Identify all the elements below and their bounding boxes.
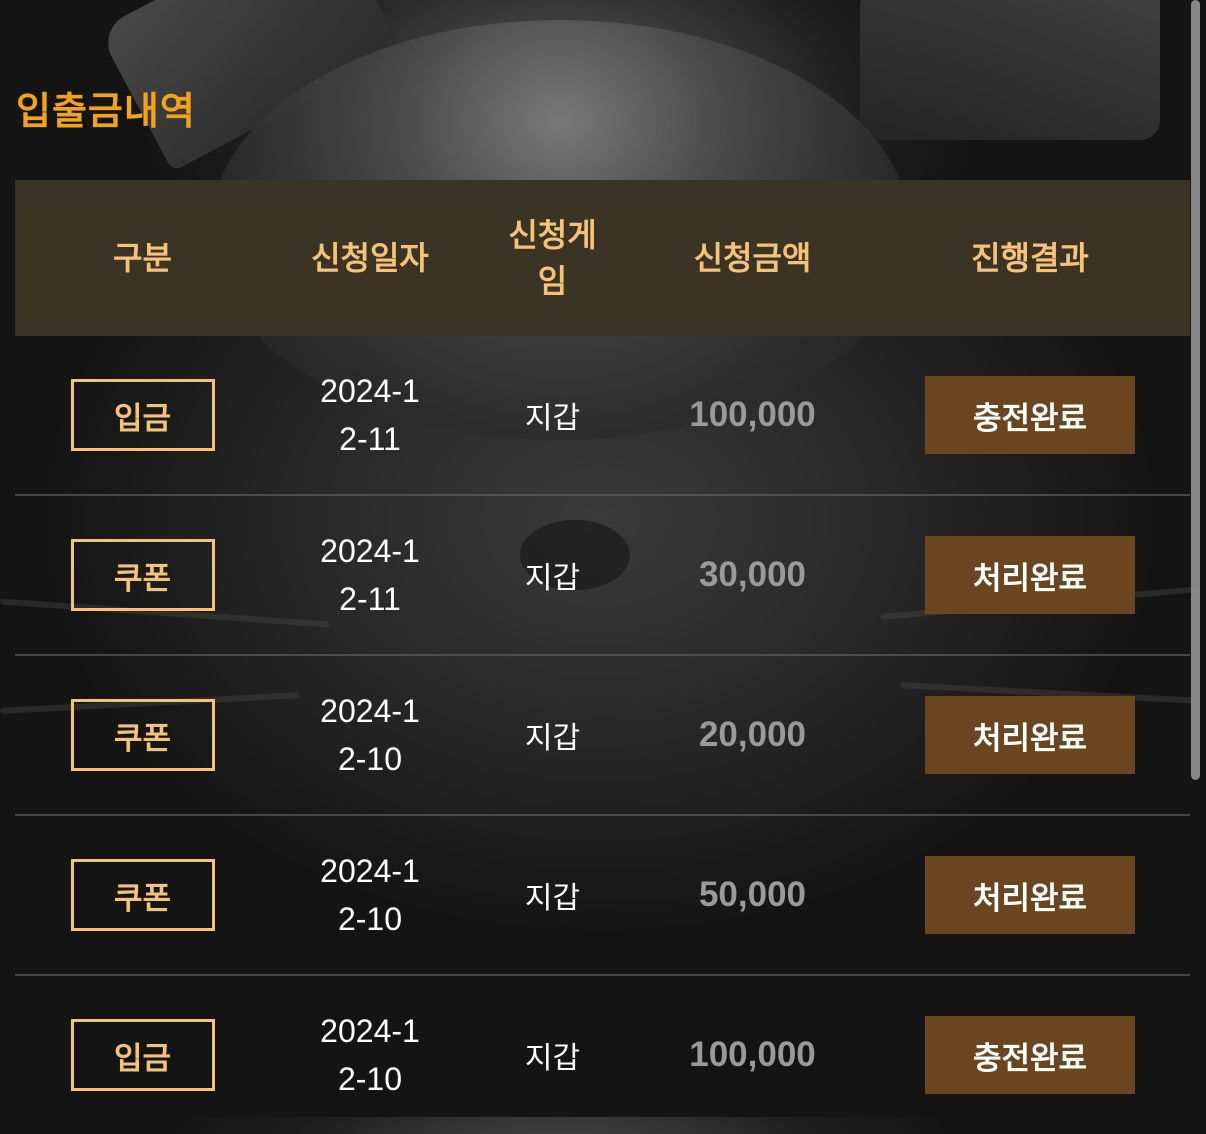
scrollbar[interactable] xyxy=(1191,0,1200,780)
request-game: 지갑 xyxy=(524,881,581,916)
request-game: 지갑 xyxy=(524,721,581,756)
background-decoration xyxy=(860,0,1160,140)
request-game: 지갑 xyxy=(524,401,581,436)
header-game: 신청게임 xyxy=(508,216,597,300)
status-badge: 충전완료 xyxy=(925,1016,1135,1094)
page-title: 입출금내역 xyxy=(16,89,196,133)
request-date: 2024-12-10 xyxy=(320,693,420,777)
request-date: 2024-12-10 xyxy=(320,1013,420,1097)
type-badge: 쿠폰 xyxy=(70,699,215,771)
table-row: 입금 2024-12-11 지갑 100,000 충전완료 xyxy=(15,336,1190,496)
status-badge: 처리완료 xyxy=(925,696,1135,774)
type-badge: 쿠폰 xyxy=(70,859,215,931)
header-status: 진행결과 xyxy=(971,239,1089,277)
request-date: 2024-12-11 xyxy=(320,373,420,457)
status-badge: 처리완료 xyxy=(925,856,1135,934)
request-date: 2024-12-11 xyxy=(320,533,420,617)
table-row: 쿠폰 2024-12-11 지갑 30,000 처리완료 xyxy=(15,496,1190,656)
request-amount: 50,000 xyxy=(698,875,807,914)
request-amount: 30,000 xyxy=(698,555,807,594)
table-header: 구분 신청일자 신청게임 신청금액 진행결과 xyxy=(15,180,1190,336)
table-row: 쿠폰 2024-12-10 지갑 50,000 처리완료 xyxy=(15,816,1190,976)
request-amount: 100,000 xyxy=(689,1035,816,1074)
table-row: 쿠폰 2024-12-10 지갑 20,000 처리완료 xyxy=(15,656,1190,816)
header-type: 구분 xyxy=(113,239,172,277)
request-amount: 100,000 xyxy=(689,395,816,434)
request-game: 지갑 xyxy=(524,1041,581,1076)
status-badge: 충전완료 xyxy=(925,376,1135,454)
history-table: 구분 신청일자 신청게임 신청금액 진행결과 입금 2024-12-11 지갑 … xyxy=(15,180,1190,1134)
request-game: 지갑 xyxy=(524,561,581,596)
type-badge: 입금 xyxy=(70,1019,215,1091)
table-row: 입금 2024-12-10 지갑 100,000 충전완료 xyxy=(15,976,1190,1134)
request-date: 2024-12-10 xyxy=(320,853,420,937)
type-badge: 입금 xyxy=(70,379,215,451)
header-date: 신청일자 xyxy=(311,239,429,277)
type-badge: 쿠폰 xyxy=(70,539,215,611)
request-amount: 20,000 xyxy=(698,715,807,754)
header-amount: 신청금액 xyxy=(693,239,812,277)
status-badge: 처리완료 xyxy=(925,536,1135,614)
